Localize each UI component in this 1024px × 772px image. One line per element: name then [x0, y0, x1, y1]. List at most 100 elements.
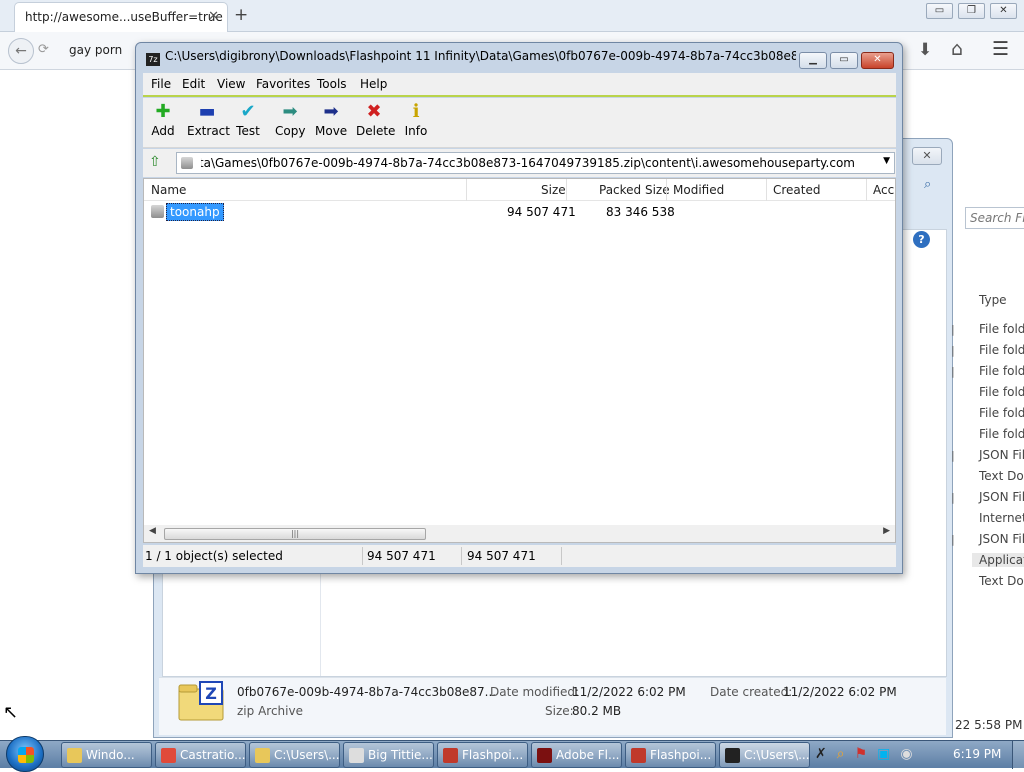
download-icon[interactable]: ⬇ — [918, 40, 932, 60]
search-input[interactable]: gay porn — [69, 43, 122, 57]
taskbar-button[interactable]: C:\Users\... — [249, 742, 340, 768]
column-divider[interactable] — [466, 179, 467, 201]
item-packed-size: 83 346 538 — [606, 205, 675, 219]
type-cell[interactable]: JSON File — [979, 532, 1024, 546]
type-cell[interactable]: File folde — [979, 427, 1024, 441]
type-cell[interactable]: File folde — [979, 406, 1024, 420]
column-divider[interactable] — [866, 179, 867, 201]
column-header-modified[interactable]: Modified — [673, 183, 724, 197]
menu-view[interactable]: View — [217, 77, 245, 91]
home-icon[interactable]: ⌂ — [951, 38, 963, 60]
horizontal-scrollbar[interactable]: ◀ ||| ▶ — [144, 525, 895, 542]
type-cell[interactable]: Internet — [979, 511, 1024, 525]
info-button[interactable]: ℹ Info — [404, 100, 428, 138]
type-cell[interactable]: JSON File — [979, 490, 1024, 504]
scroll-left-icon[interactable]: ◀ — [149, 526, 156, 536]
dropdown-arrow-icon[interactable]: ▼ — [883, 156, 890, 166]
extract-button[interactable]: ▬ Extract — [187, 100, 230, 138]
explorer-search-input[interactable]: Search Fla — [965, 207, 1024, 229]
size-value: 80.2 MB — [572, 704, 622, 718]
tray-network-icon[interactable]: ▣ — [877, 746, 890, 762]
address-input[interactable]: C:\Users\digibrony\Downloads\Flashpoint … — [176, 152, 895, 174]
taskbar-button[interactable]: Big Tittie... — [343, 742, 434, 768]
taskbar-button[interactable]: C:\Users\... — [719, 742, 810, 768]
add-button[interactable]: ✚ Add — [150, 100, 176, 138]
maximize-button[interactable]: ▭ — [830, 52, 858, 69]
taskbar-button-label: Windo... — [86, 748, 135, 762]
folder-icon — [151, 205, 164, 218]
delete-button[interactable]: ✖ Delete — [356, 100, 395, 138]
type-cell[interactable]: File folde — [979, 385, 1024, 399]
type-cell[interactable]: Applicat — [972, 553, 1024, 567]
taskbar-button[interactable]: Castratio... — [155, 742, 246, 768]
column-header-packed-size[interactable]: Packed Size — [599, 183, 670, 197]
minimize-button[interactable]: ▁ — [799, 52, 827, 69]
column-divider[interactable] — [666, 179, 667, 201]
start-button[interactable] — [6, 736, 44, 772]
browser-tab-bar: http://awesome...useBuffer=true ✕ + ▭ ❐ … — [0, 0, 1024, 32]
type-cell[interactable]: Text Doc — [979, 469, 1024, 483]
browser-maximize-button[interactable]: ❐ — [958, 3, 985, 19]
zip-icon — [181, 157, 193, 169]
browser-close-button[interactable]: ✕ — [990, 3, 1017, 19]
menu-edit[interactable]: Edit — [182, 77, 205, 91]
new-tab-button[interactable]: + — [234, 5, 248, 25]
item-name[interactable]: toonahp — [166, 203, 224, 221]
browser-tab[interactable]: http://awesome...useBuffer=true ✕ — [14, 2, 228, 32]
explorer-close-button[interactable]: ✕ — [912, 147, 942, 165]
taskbar-button[interactable]: Flashpoi... — [625, 742, 716, 768]
move-button[interactable]: ➡ Move — [315, 100, 347, 138]
menu-help[interactable]: Help — [360, 77, 387, 91]
close-button[interactable]: ✕ — [861, 52, 894, 69]
tray-app-icon[interactable]: ✗ — [815, 746, 827, 762]
address-bar: ⇧ C:\Users\digibrony\Downloads\Flashpoin… — [143, 149, 896, 177]
show-desktop-button[interactable] — [1012, 741, 1024, 769]
add-label: Add — [151, 124, 175, 138]
browser-minimize-button[interactable]: ▭ — [926, 3, 953, 19]
hamburger-menu-icon[interactable]: ☰ — [992, 38, 1009, 60]
column-header-accessed[interactable]: Acc — [873, 183, 894, 197]
taskbar-clock[interactable]: 6:19 PM — [953, 747, 1001, 761]
status-packed: 94 507 471 — [467, 549, 536, 563]
taskbar-button[interactable]: Adobe Fl... — [531, 742, 622, 768]
system-tray: ✗ ⌕ ⚑ ▣ ◉ — [815, 746, 913, 764]
status-selection: 1 / 1 object(s) selected — [145, 549, 283, 563]
type-cell[interactable]: File folde — [979, 343, 1024, 357]
browser-tab-title: http://awesome...useBuffer=true — [25, 10, 223, 24]
type-cell[interactable]: JSON File — [979, 448, 1024, 462]
column-header-name[interactable]: Name — [151, 183, 186, 197]
taskbar-button[interactable]: Flashpoi... — [437, 742, 528, 768]
forward-arrow-icon[interactable]: ⟳ — [38, 42, 49, 57]
up-folder-icon[interactable]: ⇧ — [149, 154, 165, 170]
column-divider[interactable] — [766, 179, 767, 201]
column-divider[interactable] — [566, 179, 567, 201]
type-cell[interactable]: Text Doc — [979, 574, 1024, 588]
move-arrow-icon: ➡ — [323, 101, 339, 122]
taskbar-button[interactable]: Windo... — [61, 742, 152, 768]
tray-flag-icon[interactable]: ⚑ — [855, 746, 868, 762]
back-arrow-icon[interactable]: ← — [8, 38, 34, 64]
sevenzip-window: 7z C:\Users\digibrony\Downloads\Flashpoin… — [135, 42, 903, 574]
help-icon[interactable]: ? — [913, 231, 930, 248]
test-button[interactable]: ✔ Test — [235, 100, 261, 138]
column-header-type[interactable]: Type — [979, 293, 1007, 307]
column-header-size[interactable]: Size — [541, 183, 566, 197]
copy-button[interactable]: ➡ Copy — [275, 100, 305, 138]
scrollbar-thumb[interactable]: ||| — [164, 528, 426, 540]
list-item[interactable]: toonahp 94 507 471 83 346 538 — [144, 203, 895, 221]
search-icon[interactable]: ⌕ — [924, 177, 931, 192]
date-created-label: Date created: — [710, 685, 793, 699]
column-header-created[interactable]: Created — [773, 183, 821, 197]
tray-volume-icon[interactable]: ◉ — [900, 746, 912, 762]
menu-file[interactable]: File — [151, 77, 171, 91]
scroll-right-icon[interactable]: ▶ — [883, 526, 890, 536]
tray-search-icon[interactable]: ⌕ — [837, 746, 845, 762]
extract-label: Extract — [187, 124, 230, 138]
type-cell[interactable]: File folde — [979, 322, 1024, 336]
type-cell[interactable]: File folde — [979, 364, 1024, 378]
menu-favorites[interactable]: Favorites — [256, 77, 310, 91]
column-marker: | — [951, 323, 955, 336]
menu-tools[interactable]: Tools — [317, 77, 347, 91]
close-tab-icon[interactable]: ✕ — [208, 9, 219, 24]
sevenzip-title-bar: 7z C:\Users\digibrony\Downloads\Flashpoin… — [146, 49, 796, 66]
